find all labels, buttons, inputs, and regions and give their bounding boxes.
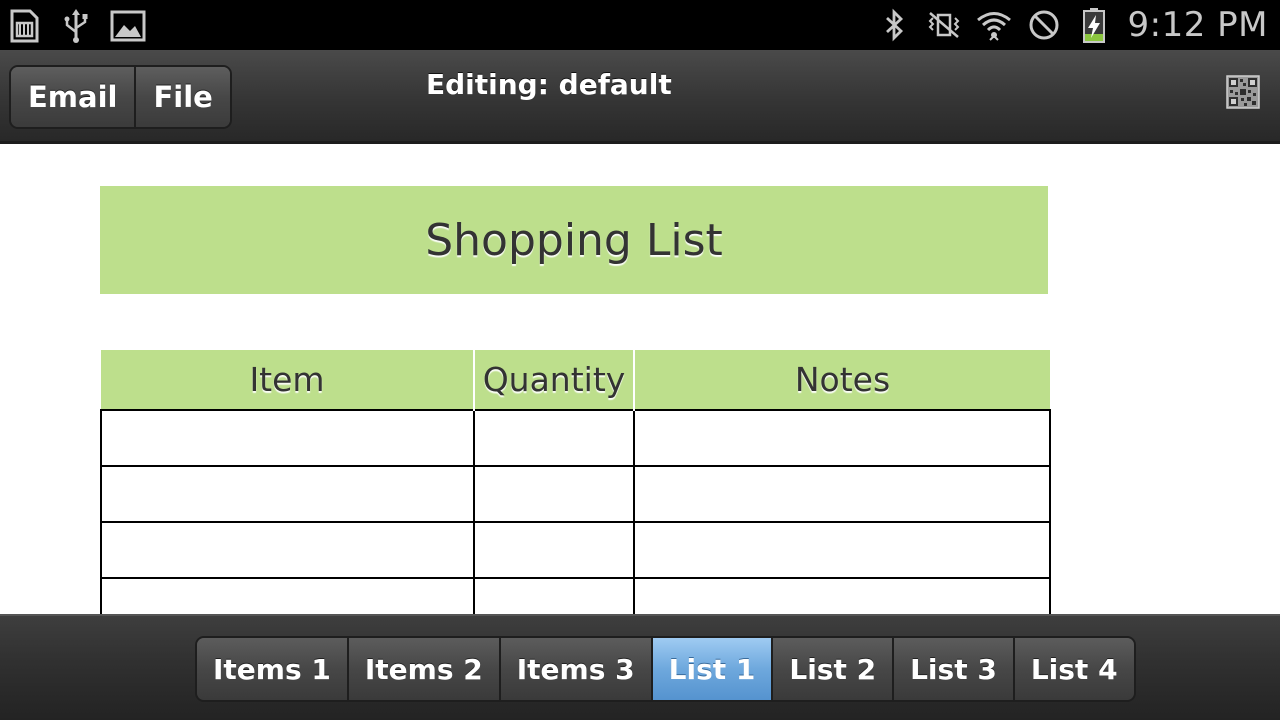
table-row — [100, 465, 1051, 523]
wifi-icon — [976, 7, 1012, 43]
image-icon — [110, 8, 146, 44]
list-title[interactable]: Shopping List — [100, 186, 1048, 294]
column-header-quantity: Quantity — [473, 350, 634, 410]
table-row — [100, 577, 1051, 614]
notification-icons — [6, 6, 146, 46]
battery-charging-icon — [1076, 7, 1112, 43]
vibrate-icon — [926, 7, 962, 43]
tab-items-1[interactable]: Items 1 — [197, 638, 347, 700]
tab-list-3[interactable]: List 3 — [892, 638, 1013, 700]
sheet-tabs: Items 1 Items 2 Items 3 List 1 List 2 Li… — [195, 636, 1136, 702]
item-cell[interactable] — [100, 409, 475, 467]
bottom-tab-bar: Items 1 Items 2 Items 3 List 1 List 2 Li… — [0, 614, 1280, 720]
tab-list-2[interactable]: List 2 — [771, 638, 893, 700]
notes-cell[interactable] — [633, 521, 1051, 579]
document-canvas: Shopping List Item Quantity Notes — [0, 144, 1280, 614]
tab-items-2[interactable]: Items 2 — [346, 638, 499, 700]
table-row — [100, 521, 1051, 579]
tab-list-4[interactable]: List 4 — [1012, 638, 1134, 700]
no-sign-icon — [1026, 7, 1062, 43]
quantity-cell[interactable] — [473, 465, 635, 523]
notes-cell[interactable] — [633, 465, 1051, 523]
quantity-cell[interactable] — [473, 577, 635, 614]
quantity-cell[interactable] — [473, 521, 635, 579]
file-button[interactable]: File — [134, 67, 230, 127]
item-cell[interactable] — [100, 465, 475, 523]
clock: 9:12 PM — [1127, 5, 1268, 45]
table-row — [100, 409, 1051, 467]
action-button-group: Email File — [9, 65, 232, 129]
status-bar: 9:12 PM — [0, 0, 1280, 50]
item-cell[interactable] — [100, 521, 475, 579]
column-header-item: Item — [101, 350, 474, 410]
table-header-row: Item Quantity Notes — [101, 350, 1050, 410]
editing-title: Editing: default — [426, 68, 672, 101]
quantity-cell[interactable] — [473, 409, 635, 467]
sd-card-icon — [6, 8, 42, 44]
notes-cell[interactable] — [633, 409, 1051, 467]
bluetooth-icon — [876, 7, 912, 43]
usb-icon — [58, 8, 94, 44]
system-icons: 9:12 PM — [876, 4, 1269, 46]
email-button[interactable]: Email — [11, 67, 135, 127]
tab-items-3[interactable]: Items 3 — [498, 638, 651, 700]
notes-cell[interactable] — [633, 577, 1051, 614]
action-bar: Email File Editing: default — [0, 50, 1280, 144]
shopping-list-table: Item Quantity Notes — [100, 350, 1051, 614]
tab-list-1[interactable]: List 1 — [650, 638, 772, 700]
column-header-notes: Notes — [633, 350, 1050, 410]
item-cell[interactable] — [100, 577, 475, 614]
qr-code-icon[interactable] — [1226, 75, 1260, 109]
